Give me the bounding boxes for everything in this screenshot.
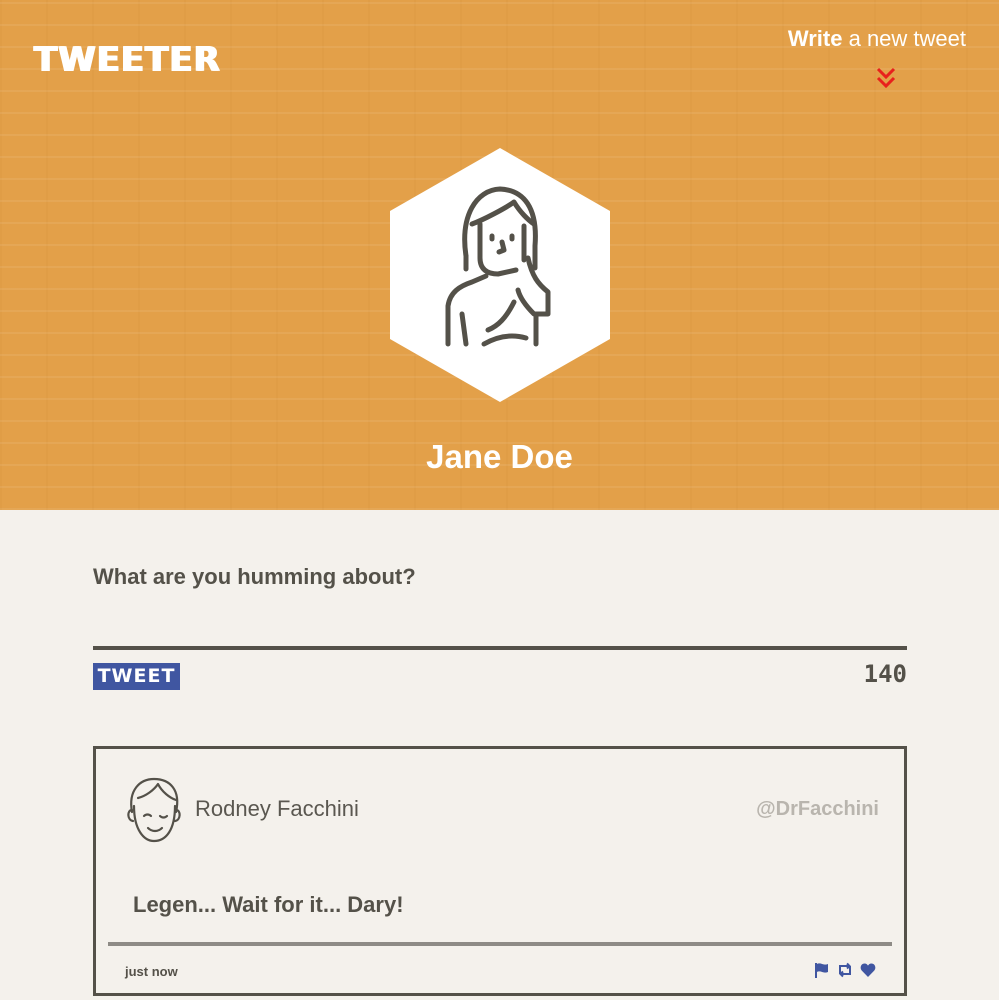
double-chevron-down-icon[interactable] xyxy=(873,64,899,92)
compose-textarea[interactable]: What are you humming about? xyxy=(93,564,416,590)
write-label: Write xyxy=(787,26,843,51)
profile-name: Jane Doe xyxy=(426,438,573,475)
man-avatar-icon xyxy=(127,777,181,843)
compose-underline xyxy=(93,646,907,650)
write-new-tweet-link[interactable]: Write a new tweet xyxy=(788,26,966,52)
retweet-icon[interactable] xyxy=(837,962,853,978)
tweet-actions xyxy=(814,962,876,980)
app-logo[interactable]: TWEETER xyxy=(34,40,221,80)
tweet-card: Rodney Facchini @DrFacchini Legen... Wai… xyxy=(93,746,907,996)
tweet-author-handle[interactable]: @DrFacchini xyxy=(756,798,879,821)
flag-icon[interactable] xyxy=(814,962,830,978)
tweet-button[interactable]: TWEET xyxy=(93,663,180,690)
new-tweet-label: a new tweet xyxy=(842,26,966,51)
char-counter: 140 xyxy=(863,660,907,688)
heart-icon[interactable] xyxy=(860,962,876,978)
tweet-text: Legen... Wait for it... Dary! xyxy=(133,892,404,917)
tweet-divider xyxy=(108,942,892,946)
tweet-timestamp: just now xyxy=(125,964,178,979)
tweet-author-name[interactable]: Rodney Facchini xyxy=(195,796,359,822)
profile-header: TWEETER Write a new tweet Jane Doe xyxy=(0,0,999,510)
profile-avatar xyxy=(390,148,610,402)
